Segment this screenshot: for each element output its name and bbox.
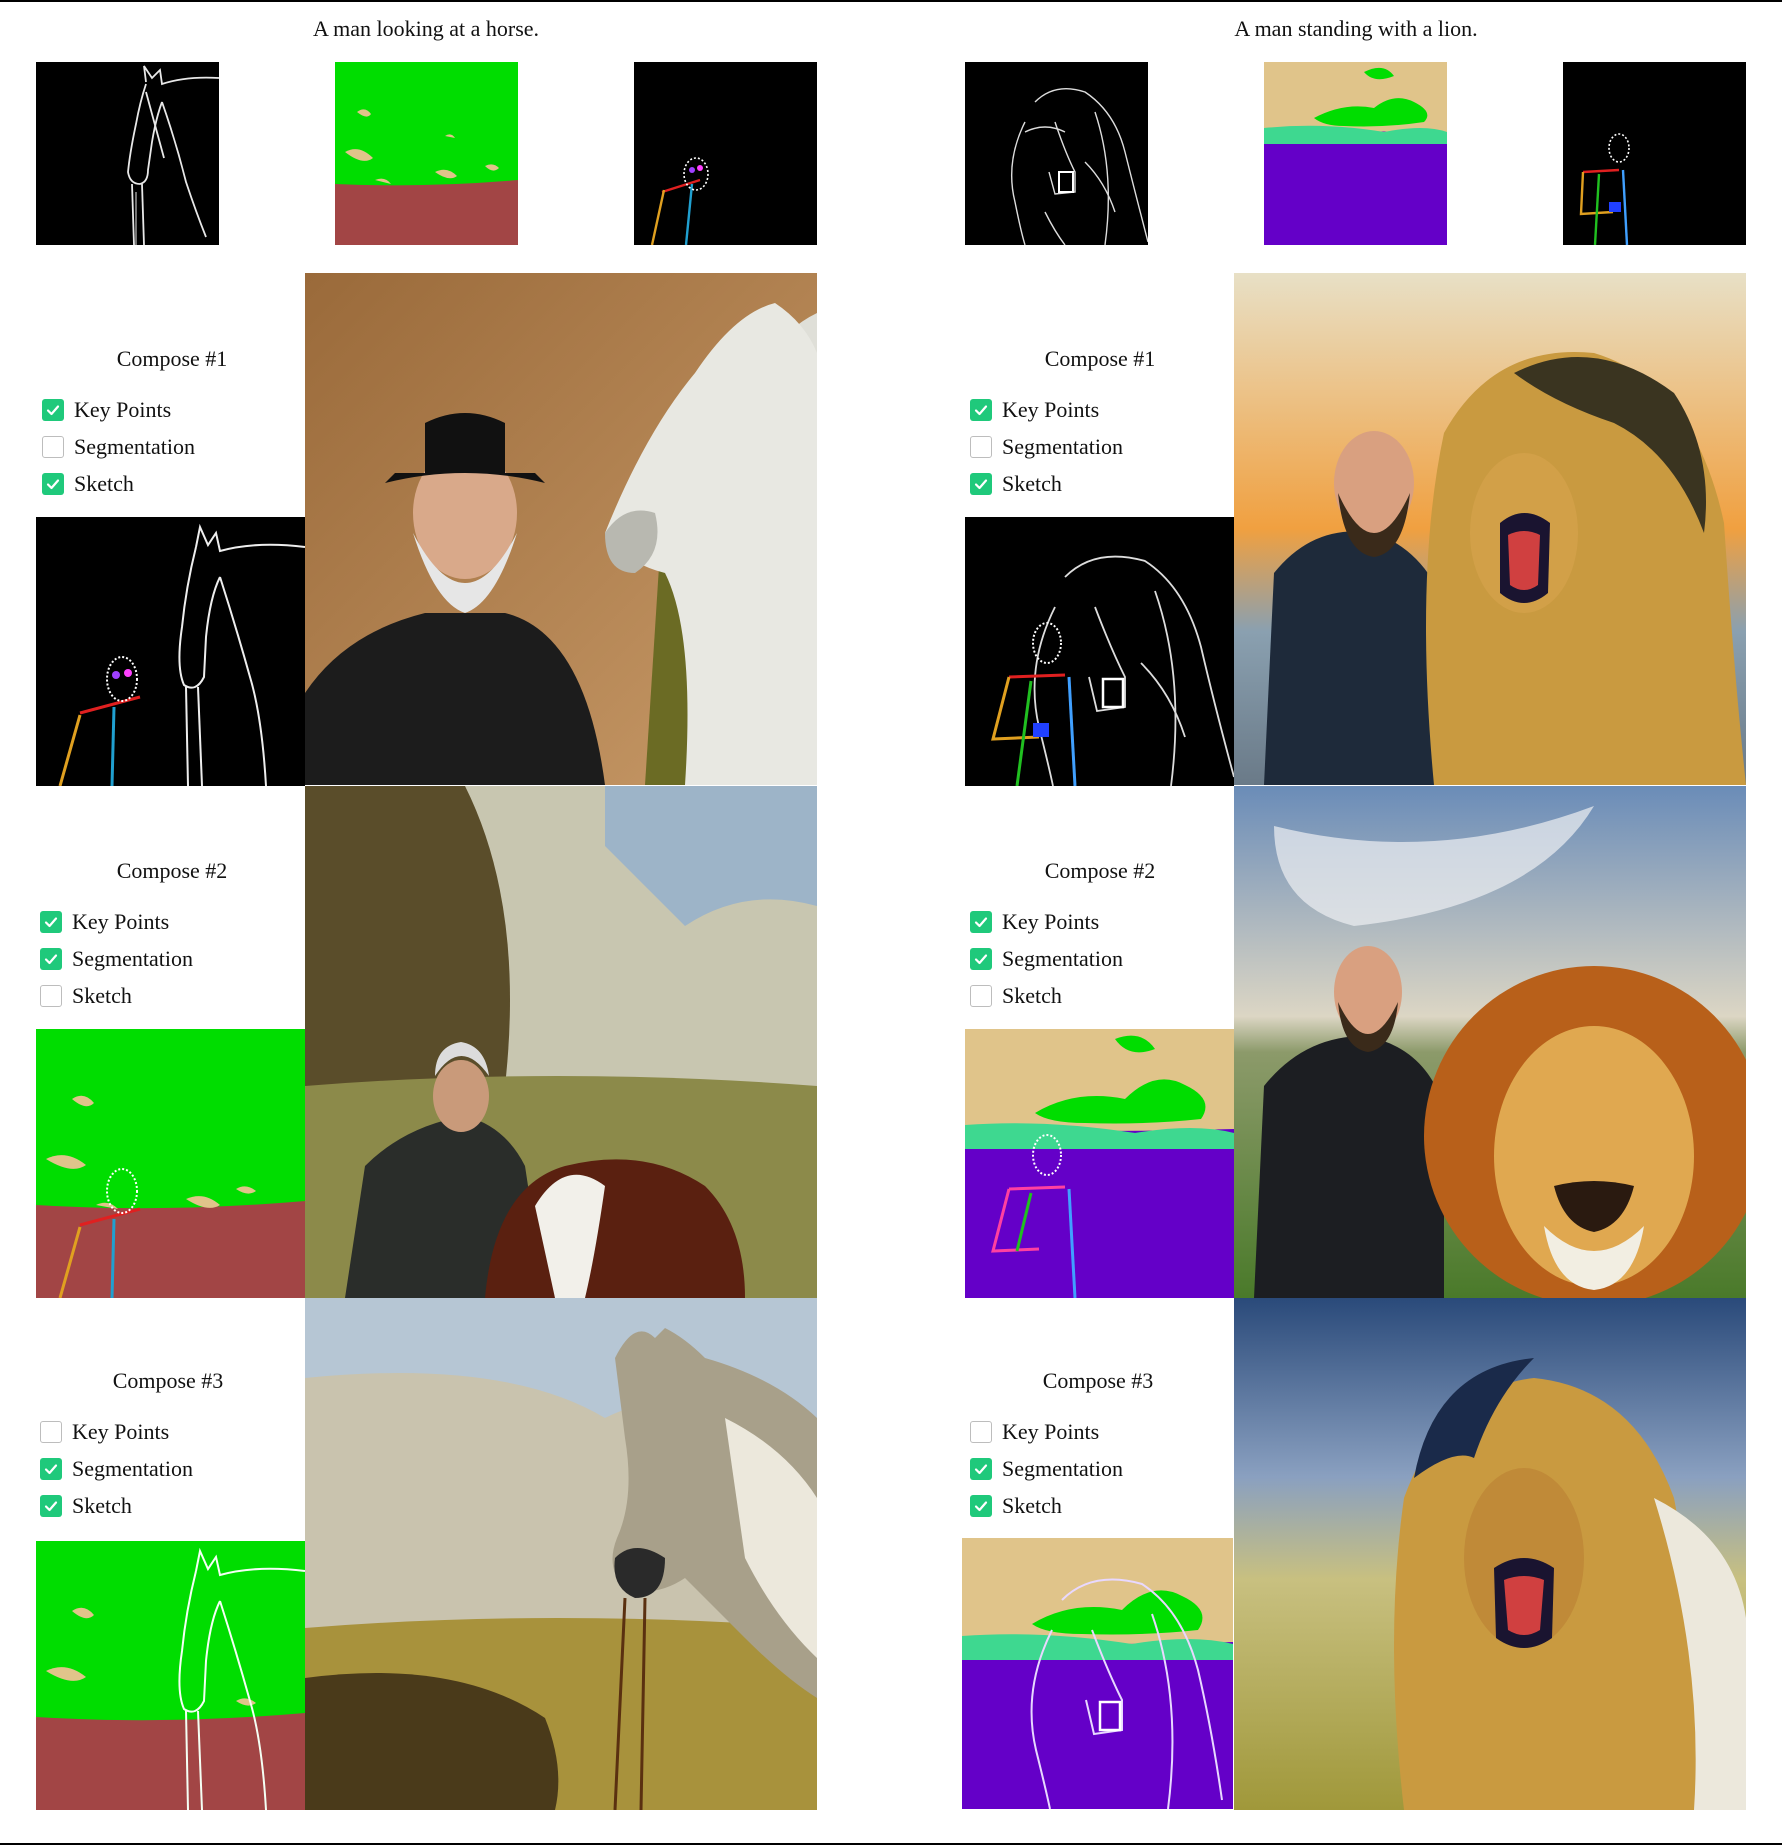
sketch-option[interactable]: Sketch xyxy=(970,1493,1062,1519)
keypoints-option[interactable]: Key Points xyxy=(970,1419,1099,1445)
option-label: Key Points xyxy=(74,397,172,422)
top-rule xyxy=(0,0,1782,2)
checkbox-checked-icon[interactable] xyxy=(970,1495,992,1517)
compose-2-title: Compose #2 xyxy=(1044,858,1156,883)
sketch-option[interactable]: Sketch xyxy=(42,471,134,497)
checkbox-checked-icon[interactable] xyxy=(42,399,64,421)
compose-2-title: Compose #2 xyxy=(116,858,228,883)
lion-compose-2-result xyxy=(1234,786,1746,1298)
horse-sketch-input xyxy=(36,62,219,245)
segmentation-option[interactable]: Segmentation xyxy=(970,434,1123,460)
option-label: Key Points xyxy=(1002,397,1100,422)
checkbox-checked-icon[interactable] xyxy=(42,473,64,495)
checkbox-checked-icon[interactable] xyxy=(40,911,62,933)
compose-3-title: Compose #3 xyxy=(1042,1368,1154,1393)
sketch-option[interactable]: Sketch xyxy=(40,983,132,1009)
option-label: Sketch xyxy=(1002,983,1062,1008)
horse-compose-1-condition xyxy=(36,517,305,786)
checkbox-checked-icon[interactable] xyxy=(970,948,992,970)
lion-sketch-input xyxy=(965,62,1148,245)
compose-3-title: Compose #3 xyxy=(112,1368,224,1393)
option-label: Sketch xyxy=(72,1493,132,1518)
option-label: Key Points xyxy=(1002,1419,1100,1444)
option-label: Key Points xyxy=(1002,909,1100,934)
checkbox-checked-icon[interactable] xyxy=(40,948,62,970)
segmentation-option[interactable]: Segmentation xyxy=(42,434,195,460)
option-label: Sketch xyxy=(72,983,132,1008)
horse-segmentation-input xyxy=(335,62,518,245)
option-label: Segmentation xyxy=(72,946,193,971)
checkbox-checked-icon[interactable] xyxy=(970,911,992,933)
lion-compose-2-condition xyxy=(965,1029,1234,1298)
checkbox-unchecked-icon[interactable] xyxy=(40,985,62,1007)
horse-keypoints-input xyxy=(634,62,817,245)
lion-compose-3-result xyxy=(1234,1298,1746,1810)
keypoints-option[interactable]: Key Points xyxy=(40,1419,169,1445)
option-label: Segmentation xyxy=(1002,1456,1123,1481)
segmentation-option[interactable]: Segmentation xyxy=(40,1456,193,1482)
sketch-option[interactable]: Sketch xyxy=(40,1493,132,1519)
checkbox-unchecked-icon[interactable] xyxy=(970,436,992,458)
keypoints-option[interactable]: Key Points xyxy=(970,909,1099,935)
horse-compose-2-condition xyxy=(36,1029,305,1298)
lion-compose-1-condition xyxy=(965,517,1234,786)
lion-compose-3-condition xyxy=(962,1538,1233,1809)
left-caption: A man looking at a horse. xyxy=(312,16,540,41)
checkbox-unchecked-icon[interactable] xyxy=(40,1421,62,1443)
keypoints-option[interactable]: Key Points xyxy=(970,397,1099,423)
checkbox-unchecked-icon[interactable] xyxy=(42,436,64,458)
sketch-option[interactable]: Sketch xyxy=(970,983,1062,1009)
compose-1-title: Compose #1 xyxy=(116,346,228,371)
checkbox-unchecked-icon[interactable] xyxy=(970,985,992,1007)
option-label: Key Points xyxy=(72,1419,170,1444)
option-label: Segmentation xyxy=(1002,946,1123,971)
checkbox-checked-icon[interactable] xyxy=(970,399,992,421)
segmentation-option[interactable]: Segmentation xyxy=(970,1456,1123,1482)
checkbox-checked-icon[interactable] xyxy=(40,1458,62,1480)
horse-compose-2-result xyxy=(305,786,817,1298)
checkbox-checked-icon[interactable] xyxy=(40,1495,62,1517)
option-label: Segmentation xyxy=(1002,434,1123,459)
option-label: Key Points xyxy=(72,909,170,934)
bottom-rule xyxy=(0,1843,1782,1845)
horse-compose-1-result xyxy=(305,273,817,785)
lion-segmentation-input xyxy=(1264,62,1447,245)
checkbox-checked-icon[interactable] xyxy=(970,1458,992,1480)
option-label: Segmentation xyxy=(72,1456,193,1481)
keypoints-option[interactable]: Key Points xyxy=(42,397,171,423)
checkbox-checked-icon[interactable] xyxy=(970,473,992,495)
compose-1-title: Compose #1 xyxy=(1044,346,1156,371)
option-label: Sketch xyxy=(1002,1493,1062,1518)
lion-compose-1-result xyxy=(1234,273,1746,785)
lion-keypoints-input xyxy=(1563,62,1746,245)
horse-compose-3-condition xyxy=(36,1541,305,1810)
keypoints-option[interactable]: Key Points xyxy=(40,909,169,935)
segmentation-option[interactable]: Segmentation xyxy=(40,946,193,972)
horse-compose-3-result xyxy=(305,1298,817,1810)
right-caption: A man standing with a lion. xyxy=(1234,16,1478,41)
option-label: Sketch xyxy=(74,471,134,496)
option-label: Segmentation xyxy=(74,434,195,459)
segmentation-option[interactable]: Segmentation xyxy=(970,946,1123,972)
checkbox-unchecked-icon[interactable] xyxy=(970,1421,992,1443)
sketch-option[interactable]: Sketch xyxy=(970,471,1062,497)
option-label: Sketch xyxy=(1002,471,1062,496)
